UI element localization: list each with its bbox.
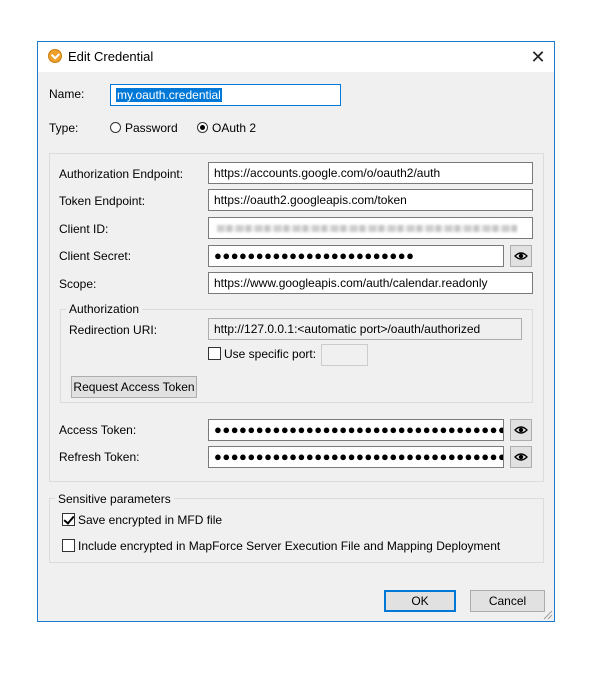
eye-icon <box>514 453 528 461</box>
eye-icon <box>514 426 528 434</box>
edit-credential-dialog: Edit Credential ✕ Name: my.oauth.credent… <box>37 41 555 622</box>
client-secret-input[interactable]: ●●●●●●●●●●●●●●●●●●●●●●●● <box>208 245 504 267</box>
token-endpoint-input[interactable]: https://oauth2.googleapis.com/token <box>208 189 533 211</box>
title-bar[interactable]: Edit Credential ✕ <box>38 42 554 72</box>
ok-button[interactable]: OK <box>384 590 456 612</box>
include-encrypted-label[interactable]: Include encrypted in MapForce Server Exe… <box>78 539 500 553</box>
authorization-group-title: Authorization <box>66 302 143 316</box>
type-label: Type: <box>49 121 79 135</box>
show-refresh-token-button[interactable] <box>510 446 532 468</box>
save-encrypted-label[interactable]: Save encrypted in MFD file <box>78 513 222 527</box>
close-icon[interactable]: ✕ <box>522 42 554 72</box>
auth-endpoint-input[interactable]: https://accounts.google.com/o/oauth2/aut… <box>208 162 533 184</box>
include-encrypted-checkbox[interactable] <box>62 539 75 552</box>
radio-oauth2[interactable] <box>197 122 208 133</box>
app-icon <box>48 49 62 63</box>
scope-input[interactable]: https://www.googleapis.com/auth/calendar… <box>208 272 533 294</box>
radio-password-label[interactable]: Password <box>125 121 178 135</box>
refresh-token-input[interactable]: ●●●●●●●●●●●●●●●●●●●●●●●●●●●●●●●●●●●●●●●●… <box>208 446 504 468</box>
refresh-token-label: Refresh Token: <box>59 450 140 464</box>
access-token-label: Access Token: <box>59 423 137 437</box>
port-input[interactable] <box>321 344 368 366</box>
auth-endpoint-label: Authorization Endpoint: <box>59 167 184 181</box>
client-id-input[interactable] <box>208 217 533 239</box>
save-encrypted-checkbox[interactable] <box>62 513 75 526</box>
name-value: my.oauth.credential <box>116 88 222 102</box>
redirection-uri-label: Redirection URI: <box>69 323 158 337</box>
token-endpoint-label: Token Endpoint: <box>59 194 146 208</box>
show-client-secret-button[interactable] <box>510 245 532 267</box>
show-access-token-button[interactable] <box>510 419 532 441</box>
sensitive-parameters-title: Sensitive parameters <box>55 492 174 506</box>
scope-label: Scope: <box>59 277 97 291</box>
use-specific-port-checkbox[interactable] <box>208 347 221 360</box>
request-access-token-button[interactable]: Request Access Token <box>71 376 197 398</box>
name-label: Name: <box>49 87 85 101</box>
radio-password[interactable] <box>110 122 121 133</box>
redirection-uri-field: http://127.0.0.1:<automatic port>/oauth/… <box>208 318 522 340</box>
sensitive-parameters-group <box>49 498 544 563</box>
window-title: Edit Credential <box>68 49 154 64</box>
client-secret-label: Client Secret: <box>59 249 132 263</box>
resize-grip-icon[interactable] <box>541 608 553 620</box>
use-specific-port-label[interactable]: Use specific port: <box>224 347 316 361</box>
radio-oauth2-label[interactable]: OAuth 2 <box>212 121 256 135</box>
access-token-input[interactable]: ●●●●●●●●●●●●●●●●●●●●●●●●●●●●●●●●●●●●●●●●… <box>208 419 504 441</box>
cancel-button[interactable]: Cancel <box>470 590 545 612</box>
client-id-blurred-value <box>217 225 517 232</box>
client-id-label: Client ID: <box>59 222 109 236</box>
eye-icon <box>514 252 528 260</box>
name-input[interactable]: my.oauth.credential <box>110 84 341 106</box>
